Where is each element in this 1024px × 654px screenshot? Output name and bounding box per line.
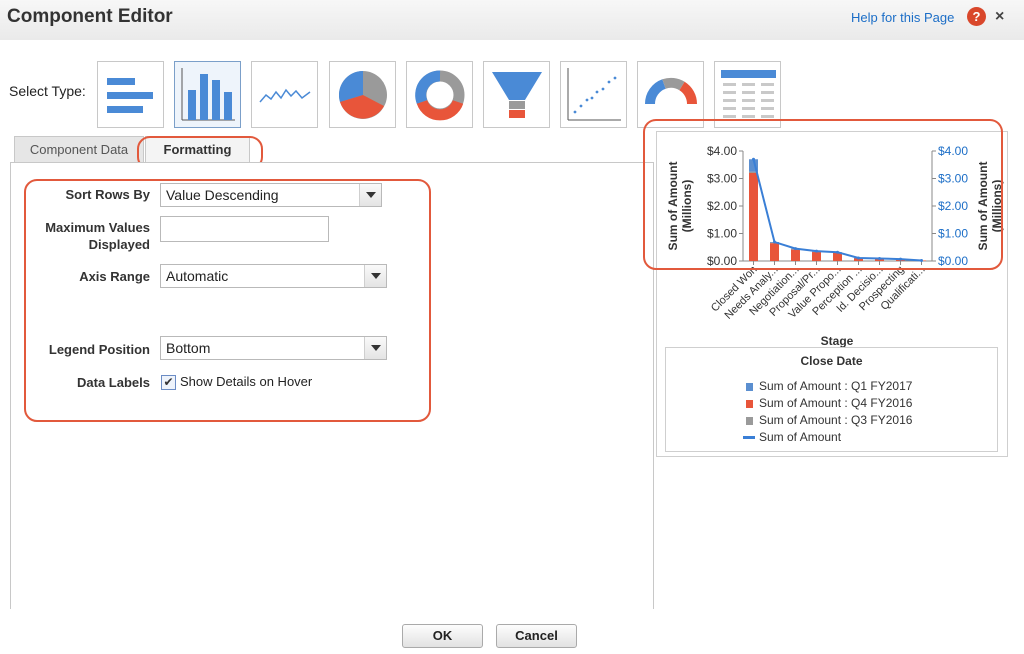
legend-item-q4-fy2016: Sum of Amount : Q4 FY2016 (759, 396, 913, 410)
type-line-button[interactable] (251, 61, 318, 128)
y-tick-label-left: $3.00 (707, 172, 737, 186)
donut-chart-icon (415, 70, 465, 121)
bar-segment (791, 249, 800, 261)
line-point (752, 157, 755, 161)
line-point (773, 240, 776, 244)
sort-rows-label: Sort Rows By (65, 187, 150, 202)
chevron-down-icon (364, 337, 386, 359)
line-point (920, 258, 923, 262)
cancel-button[interactable]: Cancel (496, 624, 577, 648)
chevron-down-icon (364, 265, 386, 287)
legend-title: Close Date (800, 354, 863, 368)
line-point (899, 257, 902, 261)
legend-swatch-sum-line (743, 436, 755, 439)
type-horizontal-bar-button[interactable] (97, 61, 164, 128)
y-tick-label-right: $2.00 (938, 199, 968, 213)
line-point (878, 257, 881, 261)
type-scatter-button[interactable] (560, 61, 627, 128)
legend-item-q1-fy2017: Sum of Amount : Q1 FY2017 (759, 379, 913, 393)
funnel-chart-icon (492, 72, 542, 118)
y-tick-label-left: $0.00 (707, 254, 737, 268)
type-vertical-bar-button[interactable] (174, 61, 241, 128)
type-donut-button[interactable] (406, 61, 473, 128)
legend-position-label: Legend Position (48, 342, 150, 357)
scatter-chart-icon (567, 68, 621, 121)
type-gauge-button[interactable] (637, 61, 704, 128)
chart-legend: Close Date Sum of Amount : Q1 FY2017 Sum… (665, 347, 998, 452)
legend-swatch-q1-fy2017 (746, 383, 753, 391)
help-icon[interactable]: ? (967, 7, 986, 26)
max-values-label-line2: Displayed (88, 237, 150, 252)
vertical-bar-chart-icon (181, 68, 235, 121)
line-point (815, 249, 818, 253)
y-axis-title-right: Sum of Amount (976, 162, 990, 251)
line-point (794, 247, 797, 251)
table-chart-icon (721, 70, 776, 118)
show-details-label[interactable]: Show Details on Hover (180, 374, 312, 389)
type-pie-button[interactable] (329, 61, 396, 128)
chevron-down-icon (359, 184, 381, 206)
y-axis-title-right-units: (Millions) (990, 180, 1004, 233)
legend-swatch-q3-fy2016 (746, 417, 753, 425)
bar-segment (770, 243, 779, 261)
show-details-checkbox[interactable]: ✔ (161, 375, 176, 390)
legend-swatch-q4-fy2016 (746, 400, 753, 408)
data-labels-label: Data Labels (77, 375, 150, 390)
tab-formatting[interactable]: Formatting (145, 136, 250, 162)
y-tick-label-left: $2.00 (707, 199, 737, 213)
y-tick-label-left: $1.00 (707, 227, 737, 241)
bar-segment (749, 173, 758, 261)
sort-rows-select[interactable]: Value Descending (160, 183, 382, 207)
y-tick-label-right: $0.00 (938, 254, 968, 268)
help-link[interactable]: Help for this Page (851, 10, 954, 25)
axis-range-select[interactable]: Automatic (160, 264, 387, 288)
max-values-label-line1: Maximum Values (45, 220, 150, 235)
y-tick-label-right: $3.00 (938, 172, 968, 186)
bar-segment (812, 251, 821, 261)
legend-position-select[interactable]: Bottom (160, 336, 387, 360)
type-funnel-button[interactable] (483, 61, 550, 128)
legend-item-q3-fy2016: Sum of Amount : Q3 FY2016 (759, 413, 913, 427)
type-table-button[interactable] (714, 61, 781, 128)
y-axis-title-left: Sum of Amount (666, 162, 680, 251)
max-values-input[interactable] (160, 216, 329, 242)
axis-range-label: Axis Range (79, 269, 150, 284)
legend-position-value: Bottom (166, 340, 211, 356)
y-tick-label-right: $1.00 (938, 227, 968, 241)
line-point (857, 256, 860, 260)
x-axis-title: Stage (821, 334, 854, 348)
line-point (836, 250, 839, 254)
dialog-title: Component Editor (7, 6, 173, 27)
axis-range-value: Automatic (166, 268, 229, 284)
tab-component-data[interactable]: Component Data (14, 136, 144, 162)
ok-button[interactable]: OK (402, 624, 483, 648)
line-chart-icon (259, 88, 311, 103)
dialog-header: Component Editor Help for this Page ? × (0, 0, 1024, 40)
gauge-chart-icon (644, 77, 698, 105)
y-axis-title-left-units: (Millions) (680, 180, 694, 233)
max-values-label: Maximum Values Displayed (20, 219, 150, 253)
close-icon[interactable]: × (995, 8, 1004, 26)
y-tick-label-left: $4.00 (707, 144, 737, 158)
horizontal-bar-chart-icon (107, 78, 153, 113)
y-tick-label-right: $4.00 (938, 144, 968, 158)
pie-chart-icon (338, 70, 387, 119)
sort-rows-value: Value Descending (166, 187, 279, 203)
select-type-label: Select Type: (9, 83, 86, 99)
legend-item-sum-of-amount: Sum of Amount (759, 430, 842, 444)
